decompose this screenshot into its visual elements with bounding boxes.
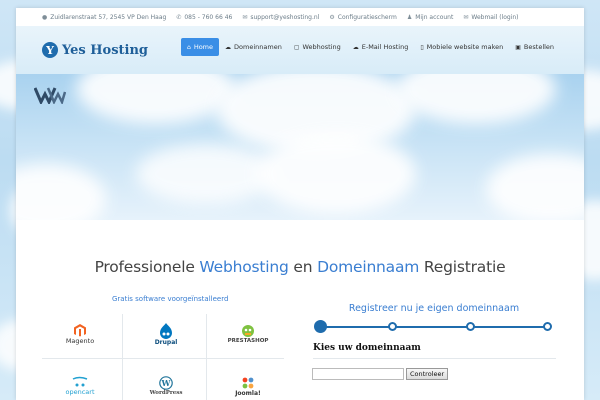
phone-info: ✆ 085 - 760 66 46 bbox=[176, 14, 232, 21]
cms-label: Joomla! bbox=[235, 389, 261, 397]
webmail-text: Webmail (login) bbox=[471, 13, 519, 21]
mail-icon: ✉ bbox=[463, 13, 469, 21]
webmail-link[interactable]: ✉ Webmail (login) bbox=[463, 14, 518, 21]
folder-icon: ▢ bbox=[293, 43, 300, 51]
domain-heading: Kies uw domeinnaam bbox=[313, 343, 421, 353]
steps-line bbox=[320, 326, 550, 328]
nav-item-email-hosting[interactable]: ☁ E-Mail Hosting bbox=[347, 38, 415, 56]
nav-label: E-Mail Hosting bbox=[361, 43, 409, 51]
step-3 bbox=[466, 322, 475, 331]
cms-wordpress[interactable]: W WordPress bbox=[128, 364, 204, 400]
nav-item-domeinnamen[interactable]: ☁ Domeinnamen bbox=[219, 38, 288, 56]
cms-joomla[interactable]: Joomla! bbox=[210, 364, 286, 400]
main-nav: ⌂ Home ☁ Domeinnamen ▢ Webhosting ☁ E-Ma… bbox=[181, 38, 560, 56]
svg-text:W: W bbox=[161, 378, 172, 388]
headline-part: Professionele bbox=[94, 258, 200, 276]
check-domain-button[interactable]: Controleer bbox=[406, 368, 449, 380]
software-grid: Magento Drupal PRESTASHOP opencart W Wor… bbox=[42, 308, 284, 400]
site-logo[interactable]: Y Yes Hosting bbox=[42, 42, 148, 58]
page-headline: Professionele Webhosting en Domeinnaam R… bbox=[16, 258, 584, 276]
step-1 bbox=[314, 320, 327, 333]
logo-icon: Y bbox=[42, 42, 58, 58]
step-4 bbox=[543, 322, 552, 331]
nav-item-home[interactable]: ⌂ Home bbox=[181, 38, 220, 56]
headline-webhosting: Webhosting bbox=[199, 258, 289, 276]
register-steps bbox=[314, 320, 554, 334]
nav-item-webhosting[interactable]: ▢ Webhosting bbox=[288, 38, 347, 56]
register-title: Registreer nu je eigen domeinnaam bbox=[348, 303, 520, 314]
phone-icon: ✆ bbox=[176, 13, 182, 21]
map-marker-icon: ● bbox=[42, 13, 48, 21]
cms-prestashop[interactable]: PRESTASHOP bbox=[210, 312, 286, 356]
cloud-upload-icon: ☁ bbox=[352, 43, 359, 51]
mobile-icon: ▯ bbox=[420, 43, 424, 51]
cms-label: Drupal bbox=[154, 338, 178, 346]
magento-icon bbox=[74, 324, 86, 337]
nav-item-mobiele-website[interactable]: ▯ Mobiele website maken bbox=[414, 38, 509, 56]
nav-label: Webhosting bbox=[302, 43, 341, 51]
software-title: Gratis software voorgeïnstalleerd bbox=[112, 295, 229, 303]
wordpress-theme-logo-icon bbox=[34, 87, 66, 104]
cms-opencart[interactable]: opencart bbox=[42, 364, 118, 400]
home-icon: ⌂ bbox=[187, 43, 191, 51]
nav-item-bestellen[interactable]: ▣ Bestellen bbox=[509, 38, 560, 56]
step-2 bbox=[388, 322, 397, 331]
cogs-icon: ⚙ bbox=[329, 13, 335, 21]
cms-label: Magento bbox=[65, 337, 95, 345]
envelope-icon: ✉ bbox=[242, 13, 248, 21]
address-info: ● Zuidlarenstraat 57, 2545 VP Den Haag bbox=[42, 14, 166, 21]
prestashop-icon bbox=[242, 325, 254, 337]
header: Y Yes Hosting ⌂ Home ☁ Domeinnamen ▢ Web… bbox=[16, 26, 584, 74]
joomla-icon bbox=[242, 377, 254, 388]
account-link[interactable]: ♟ Mijn account bbox=[407, 14, 454, 21]
user-icon: ♟ bbox=[406, 13, 413, 21]
opencart-icon bbox=[72, 376, 88, 387]
account-text: Mijn account bbox=[415, 13, 454, 21]
phone-text: 085 - 760 66 46 bbox=[184, 13, 233, 21]
wordpress-icon: W bbox=[159, 376, 173, 390]
cloud-icon: ☁ bbox=[225, 43, 232, 51]
divider bbox=[313, 358, 556, 359]
config-link[interactable]: ⚙ Configuratiescherm bbox=[329, 14, 396, 21]
cms-label: opencart bbox=[65, 388, 95, 396]
nav-label: Mobiele website maken bbox=[426, 43, 504, 51]
cms-label: PRESTASHOP bbox=[227, 338, 269, 344]
email-text: support@yeshosting.nl bbox=[250, 13, 320, 21]
email-link[interactable]: ✉ support@yeshosting.nl bbox=[242, 14, 319, 21]
config-text: Configuratiescherm bbox=[337, 13, 397, 21]
page-container: ● Zuidlarenstraat 57, 2545 VP Den Haag ✆… bbox=[16, 8, 584, 400]
drupal-icon bbox=[160, 322, 172, 339]
cms-magento[interactable]: Magento bbox=[42, 312, 118, 356]
address-text: Zuidlarenstraat 57, 2545 VP Den Haag bbox=[50, 13, 167, 21]
headline-part: Registratie bbox=[419, 258, 506, 276]
domain-input[interactable] bbox=[312, 368, 404, 380]
hero-banner bbox=[16, 74, 584, 220]
nav-label: Domeinnamen bbox=[234, 43, 282, 51]
cms-drupal[interactable]: Drupal bbox=[128, 312, 204, 356]
cms-label: WordPress bbox=[149, 390, 183, 396]
headline-domeinnaam: Domeinnaam bbox=[317, 258, 420, 276]
topbar: ● Zuidlarenstraat 57, 2545 VP Den Haag ✆… bbox=[16, 8, 584, 26]
logo-text: Yes Hosting bbox=[62, 42, 149, 58]
nav-label: Home bbox=[193, 43, 214, 51]
headline-part: en bbox=[288, 258, 318, 276]
briefcase-icon: ▣ bbox=[515, 43, 521, 51]
nav-label: Bestellen bbox=[523, 43, 555, 51]
